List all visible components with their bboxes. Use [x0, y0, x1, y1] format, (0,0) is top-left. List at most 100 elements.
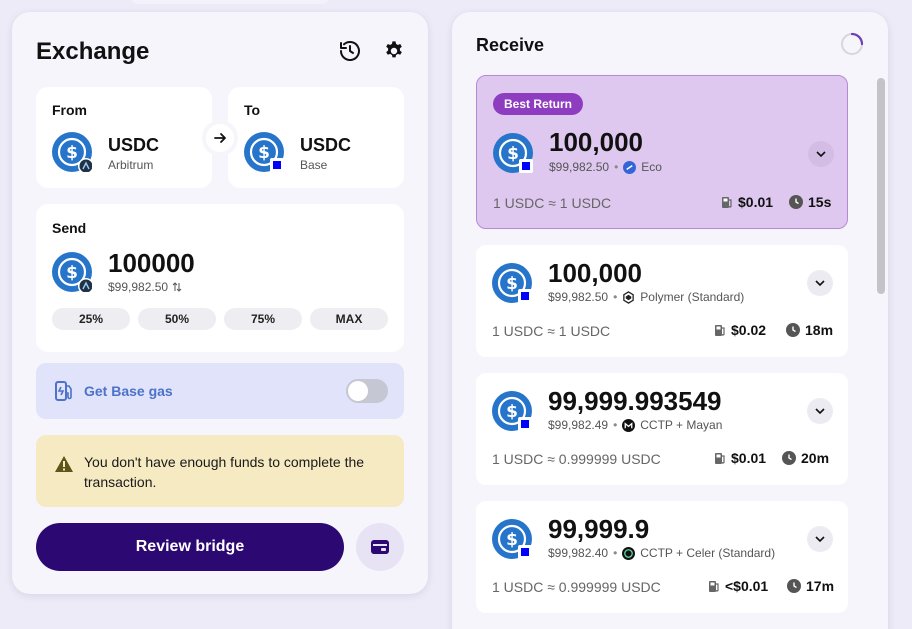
- route-usd: $99,982.50: [548, 290, 609, 304]
- get-gas-label: Get Base gas: [84, 383, 173, 399]
- clock-icon: [787, 579, 801, 593]
- to-token-name: USDC: [300, 135, 352, 155]
- chevron-down-icon[interactable]: [808, 141, 834, 167]
- percent-50-button[interactable]: 50%: [138, 308, 216, 330]
- send-usd-text: $99,982.50: [108, 280, 169, 294]
- route-fee-value: <$0.01: [725, 578, 769, 594]
- route-time-value: 15s: [808, 194, 832, 210]
- route-rate: 1 USDC ≈ 1 USDC: [492, 323, 611, 339]
- best-return-badge: Best Return: [493, 93, 584, 115]
- to-chain-name: Base: [300, 158, 328, 172]
- chevron-down-icon[interactable]: [807, 398, 833, 424]
- usdc-icon: $: [492, 391, 532, 431]
- route-time: 20m: [782, 450, 829, 466]
- route-option[interactable]: $ 100,000 $99,982.50 • Polymer (Standard…: [476, 245, 848, 357]
- get-gas-box: Get Base gas: [36, 363, 404, 419]
- route-provider: Eco: [641, 160, 662, 174]
- route-option[interactable]: $ 99,999.993549 $99,982.49 • CCTP + Maya…: [476, 373, 848, 485]
- exchange-panel: Exchange From $ USDC Arbitrum To $ USDC …: [12, 12, 428, 594]
- loading-spinner-icon: [840, 32, 864, 56]
- send-label: Send: [52, 220, 87, 236]
- celer-provider-icon: [622, 546, 636, 560]
- svg-text:$: $: [506, 274, 518, 294]
- route-sub: $99,982.40 • CCTP + Celer (Standard): [548, 546, 775, 560]
- usdc-icon: $: [244, 132, 284, 172]
- route-time-value: 17m: [806, 578, 835, 594]
- usdc-icon: $: [492, 519, 532, 559]
- svg-text:$: $: [66, 143, 78, 163]
- usdc-icon: $: [52, 132, 94, 174]
- fuel-icon: [709, 580, 719, 592]
- polymer-provider-icon: [623, 290, 635, 304]
- route-option-best[interactable]: Best Return $ 100,000 $99,982.50 • Eco 1…: [476, 75, 848, 229]
- svg-text:$: $: [507, 144, 519, 164]
- route-usd: $99,982.40: [548, 546, 609, 560]
- swap-direction-button[interactable]: [202, 120, 238, 156]
- from-label: From: [52, 102, 87, 118]
- route-fee: $0.02: [714, 322, 766, 338]
- clock-icon: [789, 195, 803, 209]
- percent-25-button[interactable]: 25%: [52, 308, 130, 330]
- usdc-icon: $: [52, 252, 94, 294]
- get-gas-toggle[interactable]: [346, 379, 388, 403]
- fuel-icon: [715, 452, 725, 464]
- fuel-icon: [722, 196, 732, 208]
- eco-provider-icon: [623, 160, 637, 174]
- send-usd-value: $99,982.50: [108, 280, 182, 294]
- route-usd: $99,982.50: [549, 160, 610, 174]
- wallet-icon: [371, 540, 389, 554]
- route-rate: 1 USDC ≈ 1 USDC: [493, 195, 612, 211]
- route-time-value: 20m: [801, 450, 830, 466]
- review-bridge-button[interactable]: Review bridge: [36, 523, 344, 571]
- route-fee-value: $0.01: [731, 450, 767, 466]
- exchange-title: Exchange: [36, 38, 150, 65]
- to-token-card[interactable]: To $ USDC Base: [228, 87, 404, 188]
- route-fee-value: $0.02: [731, 322, 767, 338]
- chevron-down-icon[interactable]: [807, 526, 833, 552]
- route-time: 17m: [787, 578, 834, 594]
- clock-icon: [782, 451, 796, 465]
- history-icon[interactable]: [338, 39, 362, 63]
- route-sub: $99,982.49 • CCTP + Mayan: [548, 418, 722, 432]
- route-fee: <$0.01: [708, 578, 768, 594]
- route-fee: $0.01: [714, 450, 766, 466]
- percent-buttons: 25% 50% 75% MAX: [52, 308, 388, 330]
- scrollbar-thumb[interactable]: [877, 78, 885, 294]
- fuel-icon: [715, 324, 725, 336]
- warning-icon: [54, 455, 74, 473]
- route-amount: 99,999.9: [548, 514, 650, 544]
- mayan-provider-icon: [622, 418, 636, 432]
- separator-dot: •: [614, 160, 619, 174]
- to-label: To: [244, 102, 261, 118]
- route-provider: Polymer (Standard): [640, 290, 745, 304]
- svg-text:$: $: [258, 143, 270, 163]
- route-usd: $99,982.49: [548, 418, 609, 432]
- send-amount-input[interactable]: 100000: [108, 248, 195, 279]
- route-amount: 100,000: [549, 127, 643, 157]
- send-card: Send $ 100000 $99,982.50 25% 50% 75% MAX: [36, 204, 404, 352]
- top-shadow: [130, 0, 330, 4]
- from-token-name: USDC: [108, 135, 160, 155]
- route-amount: 99,999.993549: [548, 386, 722, 416]
- svg-text:$: $: [506, 530, 518, 550]
- svg-text:$: $: [506, 402, 518, 422]
- max-button[interactable]: MAX: [310, 308, 388, 330]
- from-token-card[interactable]: From $ USDC Arbitrum: [36, 87, 212, 188]
- svg-text:$: $: [66, 263, 78, 283]
- gear-icon[interactable]: [382, 39, 406, 63]
- route-time: 18m: [786, 322, 833, 338]
- separator-dot: •: [613, 290, 618, 304]
- swap-vertical-icon[interactable]: [172, 282, 182, 292]
- warning-banner: You don't have enough funds to complete …: [36, 435, 404, 507]
- route-rate: 1 USDC ≈ 0.999999 USDC: [492, 579, 661, 595]
- route-sub: $99,982.50 • Eco: [549, 160, 662, 174]
- percent-75-button[interactable]: 75%: [224, 308, 302, 330]
- usdc-icon: $: [493, 133, 533, 173]
- route-fee-value: $0.01: [738, 194, 774, 210]
- warning-text: You don't have enough funds to complete …: [84, 454, 365, 490]
- route-option[interactable]: $ 99,999.9 $99,982.40 • CCTP + Celer (St…: [476, 501, 848, 613]
- wallet-button[interactable]: [356, 523, 404, 571]
- route-provider: CCTP + Mayan: [640, 418, 723, 432]
- chevron-down-icon[interactable]: [807, 270, 833, 296]
- route-rate: 1 USDC ≈ 0.999999 USDC: [492, 451, 661, 467]
